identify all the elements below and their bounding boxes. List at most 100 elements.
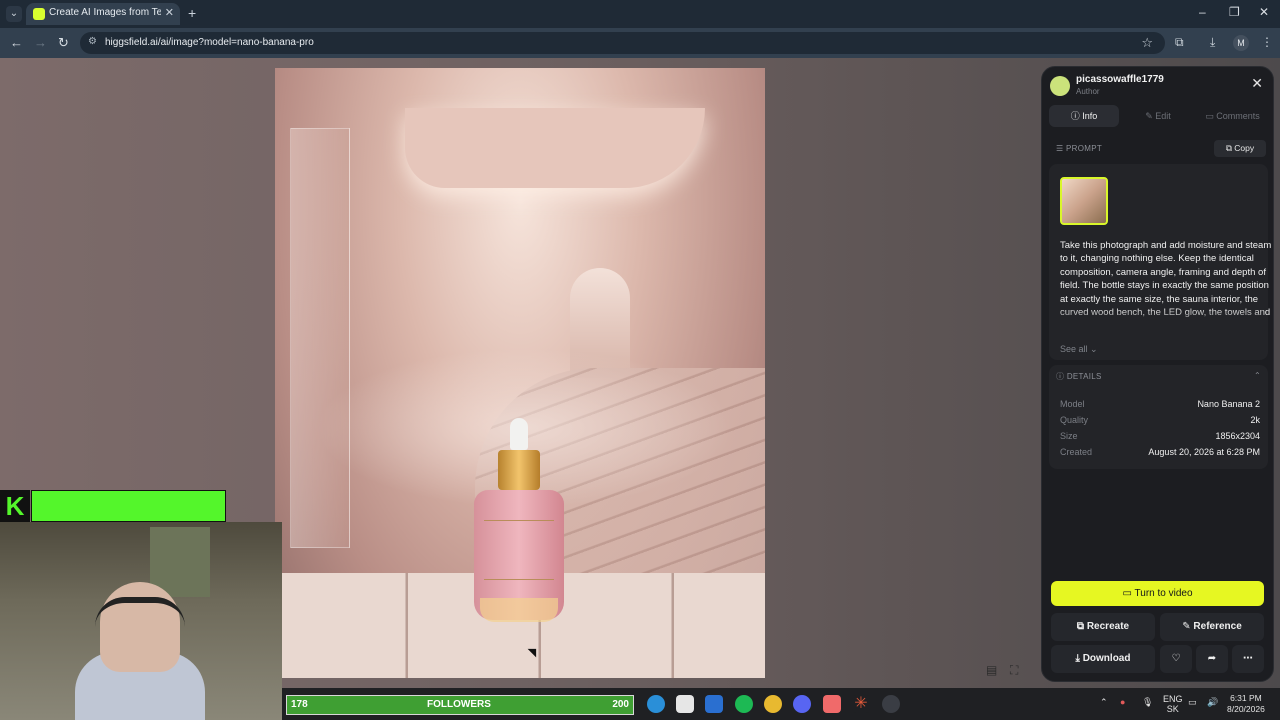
tab-info[interactable]: ⓘ Info (1049, 105, 1119, 127)
bookmark-star-icon[interactable]: ☆ (1141, 35, 1153, 51)
obs-icon[interactable] (882, 695, 900, 713)
followers-goal-bar: 178 FOLLOWERS 200 (286, 695, 634, 715)
copy-label: Copy (1234, 143, 1255, 153)
panel-tabs: ⓘ Info ✎ Edit ▭ Comments (1049, 105, 1268, 127)
reference-thumbnail[interactable] (1060, 177, 1108, 225)
url-text[interactable]: higgsfield.ai/ai/image?model=nano-banana… (105, 37, 314, 48)
reload-icon[interactable]: ↻ (58, 35, 69, 51)
fullscreen-icon[interactable]: ⛶ (1010, 663, 1018, 678)
tab-edit[interactable]: ✎ Edit (1123, 105, 1193, 127)
generated-image[interactable] (275, 68, 765, 678)
sauna-ceiling (405, 108, 705, 188)
like-button[interactable]: ♡ (1160, 645, 1192, 673)
address-toolbar: ← → ↻ ⚙ higgsfield.ai/ai/image?model=nan… (0, 28, 1280, 58)
author-name[interactable]: picassowaffle1779 (1076, 74, 1164, 85)
webcam-person (100, 582, 180, 672)
recreate-button[interactable]: ⧉ Recreate (1051, 613, 1155, 641)
more-icon: ⋯ (1243, 653, 1253, 664)
panel-close-icon[interactable]: ✕ (1251, 75, 1263, 92)
address-bar[interactable]: ⚙ higgsfield.ai/ai/image?model=nano-bana… (80, 32, 1165, 54)
back-icon[interactable]: ← (10, 35, 23, 50)
detail-row-quality: Quality 2k (1060, 415, 1260, 425)
copy-button[interactable]: ⧉ Copy (1214, 140, 1266, 157)
bottle-label (484, 520, 554, 580)
prompt-fade (1052, 307, 1264, 333)
webcam-headset (95, 597, 185, 627)
share-button[interactable]: ➦ (1196, 645, 1228, 673)
detail-value: August 20, 2026 at 6:28 PM (1148, 447, 1260, 457)
followers-count: 178 (291, 699, 308, 710)
extensions-icon[interactable]: ⧉ (1175, 35, 1184, 50)
bottle-cap (498, 450, 540, 490)
store-icon[interactable] (676, 695, 694, 713)
details-header[interactable]: ⓘ DETAILS ⌃ (1056, 371, 1261, 382)
language-indicator[interactable]: ENG SK (1163, 694, 1183, 714)
restore-icon[interactable]: ❐ (1229, 5, 1240, 19)
minimize-icon[interactable]: – (1199, 5, 1206, 19)
chevron-up-icon[interactable]: ⌃ (1254, 371, 1261, 380)
microphone-icon[interactable]: 🎙 (1142, 697, 1153, 708)
profile-avatar[interactable]: M (1233, 35, 1249, 51)
spotify-icon[interactable] (735, 695, 753, 713)
app-icon[interactable] (823, 695, 841, 713)
video-icon: ▭ (1122, 588, 1135, 599)
see-all-label: See all (1060, 344, 1088, 354)
claude-icon[interactable]: ✳ (852, 695, 870, 713)
author-avatar[interactable] (1050, 76, 1070, 96)
mail-icon[interactable] (705, 695, 723, 713)
overlay-banner (31, 490, 226, 522)
browser-tab[interactable]: Create AI Images from Text & P ✕ (26, 3, 180, 25)
download-icon: ⤓ (1075, 653, 1083, 664)
recreate-label: Recreate (1086, 621, 1130, 632)
site-info-icon[interactable]: ⚙ (88, 36, 97, 47)
network-icon[interactable]: ▭ (1188, 697, 1197, 708)
edit-icon: ✎ (1145, 111, 1156, 121)
author-role: Author (1076, 87, 1100, 96)
tab-comments[interactable]: ▭ Comments (1197, 105, 1268, 127)
info-icon: ⓘ (1070, 111, 1083, 121)
window-close-icon[interactable]: ✕ (1259, 5, 1269, 19)
detail-value: 1856x2304 (1215, 431, 1260, 441)
chrome-icon[interactable] (764, 695, 782, 713)
tray-chevron-icon[interactable]: ⌃ (1100, 697, 1108, 708)
tab-close-icon[interactable]: ✕ (165, 6, 174, 19)
webcam-feed (0, 522, 282, 720)
more-button[interactable]: ⋯ (1232, 645, 1264, 673)
browser-tabbar: ⌄ Create AI Images from Text & P ✕ + – ❐… (0, 0, 1280, 28)
share-icon: ➦ (1207, 653, 1217, 664)
detail-key: Created (1060, 447, 1093, 457)
new-tab-icon[interactable]: + (188, 5, 196, 21)
turn-to-video-button[interactable]: ▭ Turn to video (1051, 581, 1264, 606)
forward-icon[interactable]: → (34, 35, 47, 50)
volume-icon[interactable]: 🔊 (1207, 697, 1218, 708)
detail-row-model: Model Nano Banana 2 (1060, 399, 1260, 409)
downloads-icon[interactable]: ⤓ (1210, 35, 1215, 50)
tray-app-icon[interactable]: ● (1120, 697, 1125, 707)
lang-top: ENG (1163, 694, 1183, 704)
download-button[interactable]: ⤓ Download (1051, 645, 1155, 673)
detail-key: Quality (1060, 415, 1089, 425)
turn-to-video-label: Turn to video (1134, 588, 1193, 599)
edge-icon[interactable] (647, 695, 665, 713)
comments-icon: ▭ (1205, 111, 1217, 121)
prompt-header-label: PROMPT (1066, 144, 1103, 153)
bottle-base (480, 598, 558, 622)
followers-label: FOLLOWERS (427, 699, 491, 710)
reference-button[interactable]: ✎ Reference (1160, 613, 1264, 641)
download-label: Download (1082, 653, 1131, 664)
clock[interactable]: 6:31 PM 8/20/2026 (1227, 693, 1265, 715)
detail-value: Nano Banana 2 (1197, 399, 1260, 409)
reference-icon: ✎ (1182, 621, 1194, 632)
reference-label: Reference (1193, 621, 1242, 632)
detail-key: Size (1060, 431, 1078, 441)
image-details-panel: picassowaffle1779 Author ✕ ⓘ Info ✎ Edit… (1041, 66, 1274, 682)
browser-menu-icon[interactable]: ⋮ (1261, 35, 1273, 49)
caption-icon[interactable]: ▤ (986, 663, 997, 677)
tab-edit-label: Edit (1155, 111, 1171, 121)
discord-icon[interactable] (793, 695, 811, 713)
clock-date: 8/20/2026 (1227, 704, 1265, 714)
lang-bottom: SK (1166, 704, 1179, 714)
site-favicon-icon (33, 8, 45, 20)
see-all-link[interactable]: See all ⌄ (1060, 344, 1098, 355)
tab-search-icon[interactable]: ⌄ (6, 6, 22, 22)
